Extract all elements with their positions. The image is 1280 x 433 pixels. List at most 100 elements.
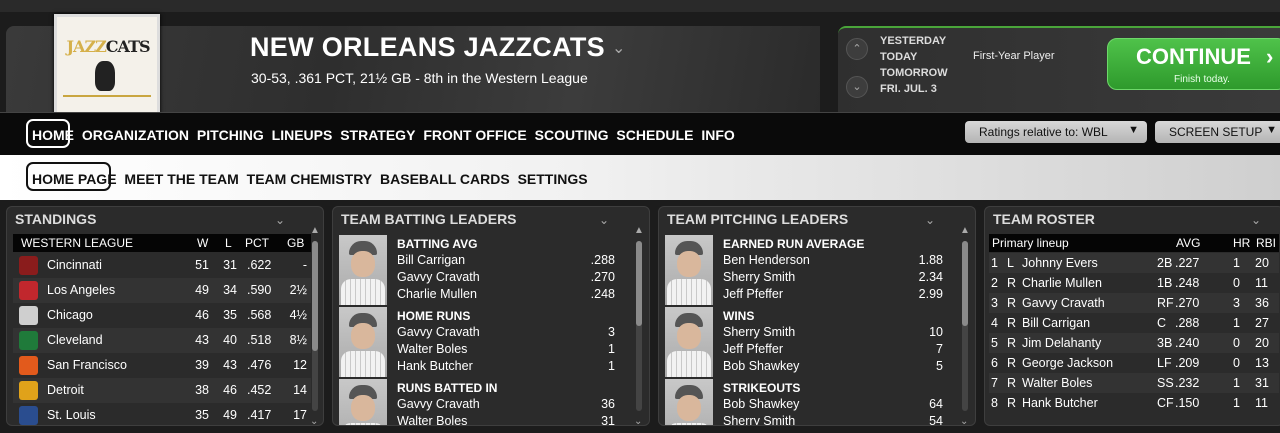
roster-row[interactable]: 5 R Jim Delahanty 3B .240 0 20 xyxy=(989,333,1279,353)
player-photo[interactable] xyxy=(665,235,713,305)
scroll-thumb[interactable] xyxy=(962,241,968,326)
team-name[interactable]: Cleveland xyxy=(47,333,103,347)
leader-value: 5 xyxy=(936,359,943,373)
leader-value: 10 xyxy=(929,325,943,339)
leader-name[interactable]: Sherry Smith xyxy=(723,270,795,284)
roster-row[interactable]: 7 R Walter Boles SS .232 1 31 xyxy=(989,373,1279,393)
roster-row[interactable]: 2 R Charlie Mullen 1B .248 0 11 xyxy=(989,273,1279,293)
leader-name[interactable]: Ben Henderson xyxy=(723,253,810,267)
chevron-up-icon[interactable]: ⌃ xyxy=(846,38,868,60)
leader-name[interactable]: Sherry Smith xyxy=(723,325,795,339)
roster-name[interactable]: George Jackson xyxy=(1022,356,1113,370)
roster-row[interactable]: 8 R Hank Butcher CF .150 1 11 xyxy=(989,393,1279,413)
calendar-event[interactable]: First-Year Player xyxy=(973,50,1055,62)
player-photo[interactable] xyxy=(665,379,713,425)
subnav-settings[interactable]: SETTINGS xyxy=(518,171,588,187)
roster-name[interactable]: Hank Butcher xyxy=(1022,396,1098,410)
player-photo[interactable] xyxy=(665,307,713,377)
leader-name[interactable]: Gavvy Cravath xyxy=(397,325,480,339)
subnav-meet-the-team[interactable]: MEET THE TEAM xyxy=(124,171,238,187)
chevron-down-icon[interactable]: ⌄ xyxy=(275,213,285,227)
standings-row[interactable]: Cincinnati 51 31 .622 - xyxy=(13,253,311,278)
chevron-down-icon[interactable]: ⌄ xyxy=(310,416,318,425)
chevron-up-icon[interactable]: ▲ xyxy=(634,225,644,236)
chevron-down-icon[interactable]: ⌄ xyxy=(846,76,868,98)
team-name[interactable]: Los Angeles xyxy=(47,283,115,297)
team-name[interactable]: St. Louis xyxy=(47,408,96,422)
leader-name[interactable]: Gavvy Cravath xyxy=(397,270,480,284)
chevron-up-icon[interactable]: ▲ xyxy=(310,225,320,236)
team-logo[interactable]: JAZZCATS xyxy=(54,14,160,122)
chevron-down-icon[interactable]: ⌄ xyxy=(612,38,625,58)
ratings-dropdown[interactable]: Ratings relative to: WBL ▼ xyxy=(965,121,1147,143)
team-name[interactable]: NEW ORLEANS JAZZCATS xyxy=(250,32,605,63)
day-yesterday[interactable]: YESTERDAY xyxy=(880,35,946,47)
leader-name[interactable]: Bob Shawkey xyxy=(723,359,799,373)
continue-label: CONTINUE xyxy=(1136,44,1251,69)
standings-row[interactable]: Detroit 38 46 .452 14 xyxy=(13,378,311,403)
scrollbar[interactable]: ▲ ⌄ xyxy=(309,225,321,425)
nav-scouting[interactable]: SCOUTING xyxy=(535,127,609,143)
scroll-thumb[interactable] xyxy=(636,241,642,326)
roster-name[interactable]: Charlie Mullen xyxy=(1022,276,1102,290)
chevron-down-icon[interactable]: ⌄ xyxy=(1251,213,1261,227)
leader-name[interactable]: Hank Butcher xyxy=(397,359,473,373)
leader-name[interactable]: Walter Boles xyxy=(397,414,467,425)
roster-name[interactable]: Bill Carrigan xyxy=(1022,316,1090,330)
scrollbar[interactable]: ▲ ⌄ xyxy=(959,225,971,425)
team-name[interactable]: San Francisco xyxy=(47,358,127,372)
standings-row[interactable]: St. Louis 35 49 .417 17 xyxy=(13,403,311,425)
nav-organization[interactable]: ORGANIZATION xyxy=(82,127,189,143)
roster-name[interactable]: Jim Delahanty xyxy=(1022,336,1101,350)
player-photo[interactable] xyxy=(339,235,387,305)
roster-pos: RF xyxy=(1157,296,1174,310)
roster-name[interactable]: Walter Boles xyxy=(1022,376,1092,390)
standings-row[interactable]: San Francisco 39 43 .476 12 xyxy=(13,353,311,378)
subnav-team-chemistry[interactable]: TEAM CHEMISTRY xyxy=(247,171,372,187)
standings-row[interactable]: Los Angeles 49 34 .590 2½ xyxy=(13,278,311,303)
roster-name[interactable]: Gavvy Cravath xyxy=(1022,296,1105,310)
chevron-down-icon[interactable]: ⌄ xyxy=(960,416,968,425)
roster-name[interactable]: Johnny Evers xyxy=(1022,256,1098,270)
scrollbar[interactable]: ▲ ⌄ xyxy=(633,225,645,425)
leader-name[interactable]: Charlie Mullen xyxy=(397,287,477,301)
nav-pitching[interactable]: PITCHING xyxy=(197,127,264,143)
chevron-up-icon[interactable]: ▲ xyxy=(960,225,970,236)
leader-name[interactable]: Jeff Pfeffer xyxy=(723,342,783,356)
nav-strategy[interactable]: STRATEGY xyxy=(340,127,415,143)
nav-info[interactable]: INFO xyxy=(701,127,734,143)
subnav-baseball-cards[interactable]: BASEBALL CARDS xyxy=(380,171,510,187)
leader-name[interactable]: Walter Boles xyxy=(397,342,467,356)
roster-rbi: 36 xyxy=(1255,296,1269,310)
day-today[interactable]: TODAY xyxy=(880,51,917,63)
roster-hr: 0 xyxy=(1233,356,1240,370)
nav-front-office[interactable]: FRONT OFFICE xyxy=(423,127,526,143)
player-photo[interactable] xyxy=(339,379,387,425)
day-tomorrow[interactable]: TOMORROW xyxy=(880,67,948,79)
head-shape xyxy=(351,251,375,277)
team-name[interactable]: Chicago xyxy=(47,308,93,322)
leader-name[interactable]: Bill Carrigan xyxy=(397,253,465,267)
player-photo[interactable] xyxy=(339,307,387,377)
scroll-thumb[interactable] xyxy=(312,241,318,351)
chevron-down-icon[interactable]: ⌄ xyxy=(634,416,642,425)
leader-name[interactable]: Jeff Pfeffer xyxy=(723,287,783,301)
continue-button[interactable]: CONTINUE Finish today. › xyxy=(1107,38,1280,90)
team-name[interactable]: Cincinnati xyxy=(47,258,102,272)
leader-value: 54 xyxy=(929,414,943,426)
team-name[interactable]: Detroit xyxy=(47,383,84,397)
leader-name[interactable]: Gavvy Cravath xyxy=(397,397,480,411)
chevron-down-icon[interactable]: ⌄ xyxy=(925,213,935,227)
nav-schedule[interactable]: SCHEDULE xyxy=(616,127,693,143)
roster-row[interactable]: 4 R Bill Carrigan C .288 1 27 xyxy=(989,313,1279,333)
screen-setup-button[interactable]: SCREEN SETUP ▼ xyxy=(1155,121,1280,143)
standings-row[interactable]: Chicago 46 35 .568 4½ xyxy=(13,303,311,328)
chevron-down-icon[interactable]: ⌄ xyxy=(599,213,609,227)
roster-row[interactable]: 3 R Gavvy Cravath RF .270 3 36 xyxy=(989,293,1279,313)
roster-row[interactable]: 6 R George Jackson LF .209 0 13 xyxy=(989,353,1279,373)
leader-name[interactable]: Sherry Smith xyxy=(723,414,795,425)
roster-row[interactable]: 1 L Johnny Evers 2B .227 1 20 xyxy=(989,253,1279,273)
leader-name[interactable]: Bob Shawkey xyxy=(723,397,799,411)
nav-lineups[interactable]: LINEUPS xyxy=(272,127,333,143)
standings-row[interactable]: Cleveland 43 40 .518 8½ xyxy=(13,328,311,353)
